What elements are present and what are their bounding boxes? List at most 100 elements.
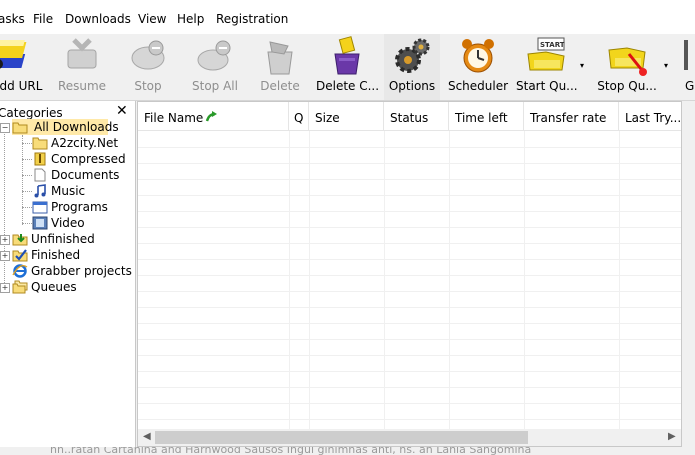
delete-label: Delete	[260, 79, 300, 93]
category-label: Queues	[31, 280, 77, 294]
document-icon	[34, 168, 46, 182]
film-icon	[32, 216, 48, 230]
table-row-line	[138, 419, 681, 420]
stop-icon	[131, 40, 165, 70]
table-row-line	[138, 163, 681, 164]
column-label: Status	[390, 111, 429, 125]
downloads-table: File Name Q Size Status Time left Transf…	[137, 101, 682, 447]
start-queue-icon: START	[527, 37, 565, 71]
horizontal-scrollbar[interactable]: ◀ ▶	[138, 429, 681, 446]
close-icon[interactable]: ✕	[116, 104, 128, 118]
category-label: Video	[51, 216, 85, 230]
table-row-line	[138, 147, 681, 148]
category-label: Unfinished	[31, 232, 95, 246]
scheduler-label: Scheduler	[447, 79, 509, 93]
column-label: Time left	[455, 111, 508, 125]
resume-button[interactable]: Resume	[52, 34, 112, 100]
table-header: File Name Q Size Status Time left Transf…	[138, 102, 681, 131]
table-column-line	[449, 131, 450, 429]
sort-arrow-icon	[205, 111, 217, 122]
stop-label: Stop	[134, 79, 162, 93]
scroll-right-icon[interactable]: ▶	[668, 431, 676, 442]
stop-queue-button[interactable]: Stop Qu... ▾	[596, 34, 668, 100]
stop-button[interactable]: Stop	[120, 34, 176, 100]
collapse-all-downloads-icon[interactable]: −	[0, 123, 10, 133]
tree-line	[22, 175, 32, 176]
table-row-line	[138, 243, 681, 244]
menu-downloads[interactable]: Downloads	[65, 12, 131, 26]
category-label: Finished	[31, 248, 81, 262]
table-body[interactable]	[138, 131, 681, 429]
stop-all-button[interactable]: Stop All	[184, 34, 246, 100]
table-column-line	[309, 131, 310, 429]
table-row-line	[138, 355, 681, 356]
column-header-file-name[interactable]: File Name	[138, 102, 289, 130]
table-row-line	[138, 227, 681, 228]
ie-logo-icon	[12, 264, 28, 278]
table-column-line	[524, 131, 525, 429]
column-header-q[interactable]: Q	[289, 102, 309, 130]
add-url-button[interactable]: Add URL	[0, 34, 44, 100]
start-queue-button[interactable]: START Start Qu... ▾	[516, 34, 584, 100]
scrollbar-thumb[interactable]	[155, 431, 528, 444]
grabber-icon	[684, 40, 688, 70]
category-label: Music	[51, 184, 86, 198]
menu-file[interactable]: File	[33, 12, 53, 26]
table-row-line	[138, 195, 681, 196]
stop-queue-dropdown-icon[interactable]: ▾	[664, 61, 668, 70]
scheduler-button[interactable]: Scheduler	[446, 34, 510, 100]
add-url-label: Add URL	[0, 79, 43, 93]
alarm-clock-icon	[462, 39, 494, 73]
column-header-status[interactable]: Status	[384, 102, 449, 130]
table-row-line	[138, 211, 681, 212]
tree-line	[22, 191, 32, 192]
delete-completed-button[interactable]: Delete C...	[316, 34, 380, 100]
trash-completed-icon	[334, 36, 360, 75]
folder-icon	[32, 137, 48, 150]
start-queue-dropdown-icon[interactable]: ▾	[580, 61, 584, 70]
resume-label: Resume	[57, 79, 107, 93]
right-edge-panel	[683, 101, 695, 447]
column-label: Q	[294, 111, 304, 125]
grabber-button[interactable]: G	[676, 34, 695, 100]
category-all-downloads[interactable]: All Downloads	[12, 119, 119, 135]
expand-queues-icon[interactable]: +	[0, 283, 10, 293]
grabber-label: G	[685, 79, 695, 93]
tree-line	[22, 159, 32, 160]
table-row-line	[138, 259, 681, 260]
unfinished-folder-icon	[12, 234, 28, 246]
column-header-transfer-rate[interactable]: Transfer rate	[524, 102, 619, 130]
finished-folder-icon	[12, 249, 28, 262]
tree-line	[22, 135, 23, 225]
table-column-line	[289, 131, 290, 429]
delete-button[interactable]: Delete	[254, 34, 306, 100]
column-label: File Name	[144, 111, 204, 125]
menu-registration[interactable]: Registration	[216, 12, 288, 26]
expand-finished-icon[interactable]: +	[0, 251, 10, 261]
menu-view[interactable]: View	[138, 12, 166, 26]
open-folder-icon	[12, 122, 28, 134]
category-label: A2zcity.Net	[51, 136, 119, 150]
table-row-line	[138, 339, 681, 340]
menu-bar: asks File Downloads View Help Registrati…	[0, 0, 695, 34]
column-header-last-try[interactable]: Last Try...	[619, 102, 681, 130]
column-header-size[interactable]: Size	[309, 102, 384, 130]
category-label: Compressed	[51, 152, 126, 166]
resume-icon	[67, 38, 97, 69]
table-row-line	[138, 323, 681, 324]
scroll-left-icon[interactable]: ◀	[143, 431, 151, 442]
delete-completed-label: Delete C...	[316, 79, 380, 93]
status-text: nn..ratan Cartanina and Harnwood Sausos …	[50, 447, 532, 455]
category-label: Programs	[51, 200, 108, 214]
column-label: Size	[315, 111, 340, 125]
table-column-line	[384, 131, 385, 429]
category-label: Grabber projects	[31, 264, 132, 278]
table-row-line	[138, 179, 681, 180]
menu-tasks[interactable]: asks	[0, 12, 25, 26]
options-button[interactable]: Options	[384, 34, 440, 100]
column-header-time-left[interactable]: Time left	[449, 102, 524, 130]
expand-unfinished-icon[interactable]: +	[0, 235, 10, 245]
svg-text:START: START	[540, 41, 565, 49]
menu-help[interactable]: Help	[177, 12, 204, 26]
tree-line	[22, 223, 32, 224]
